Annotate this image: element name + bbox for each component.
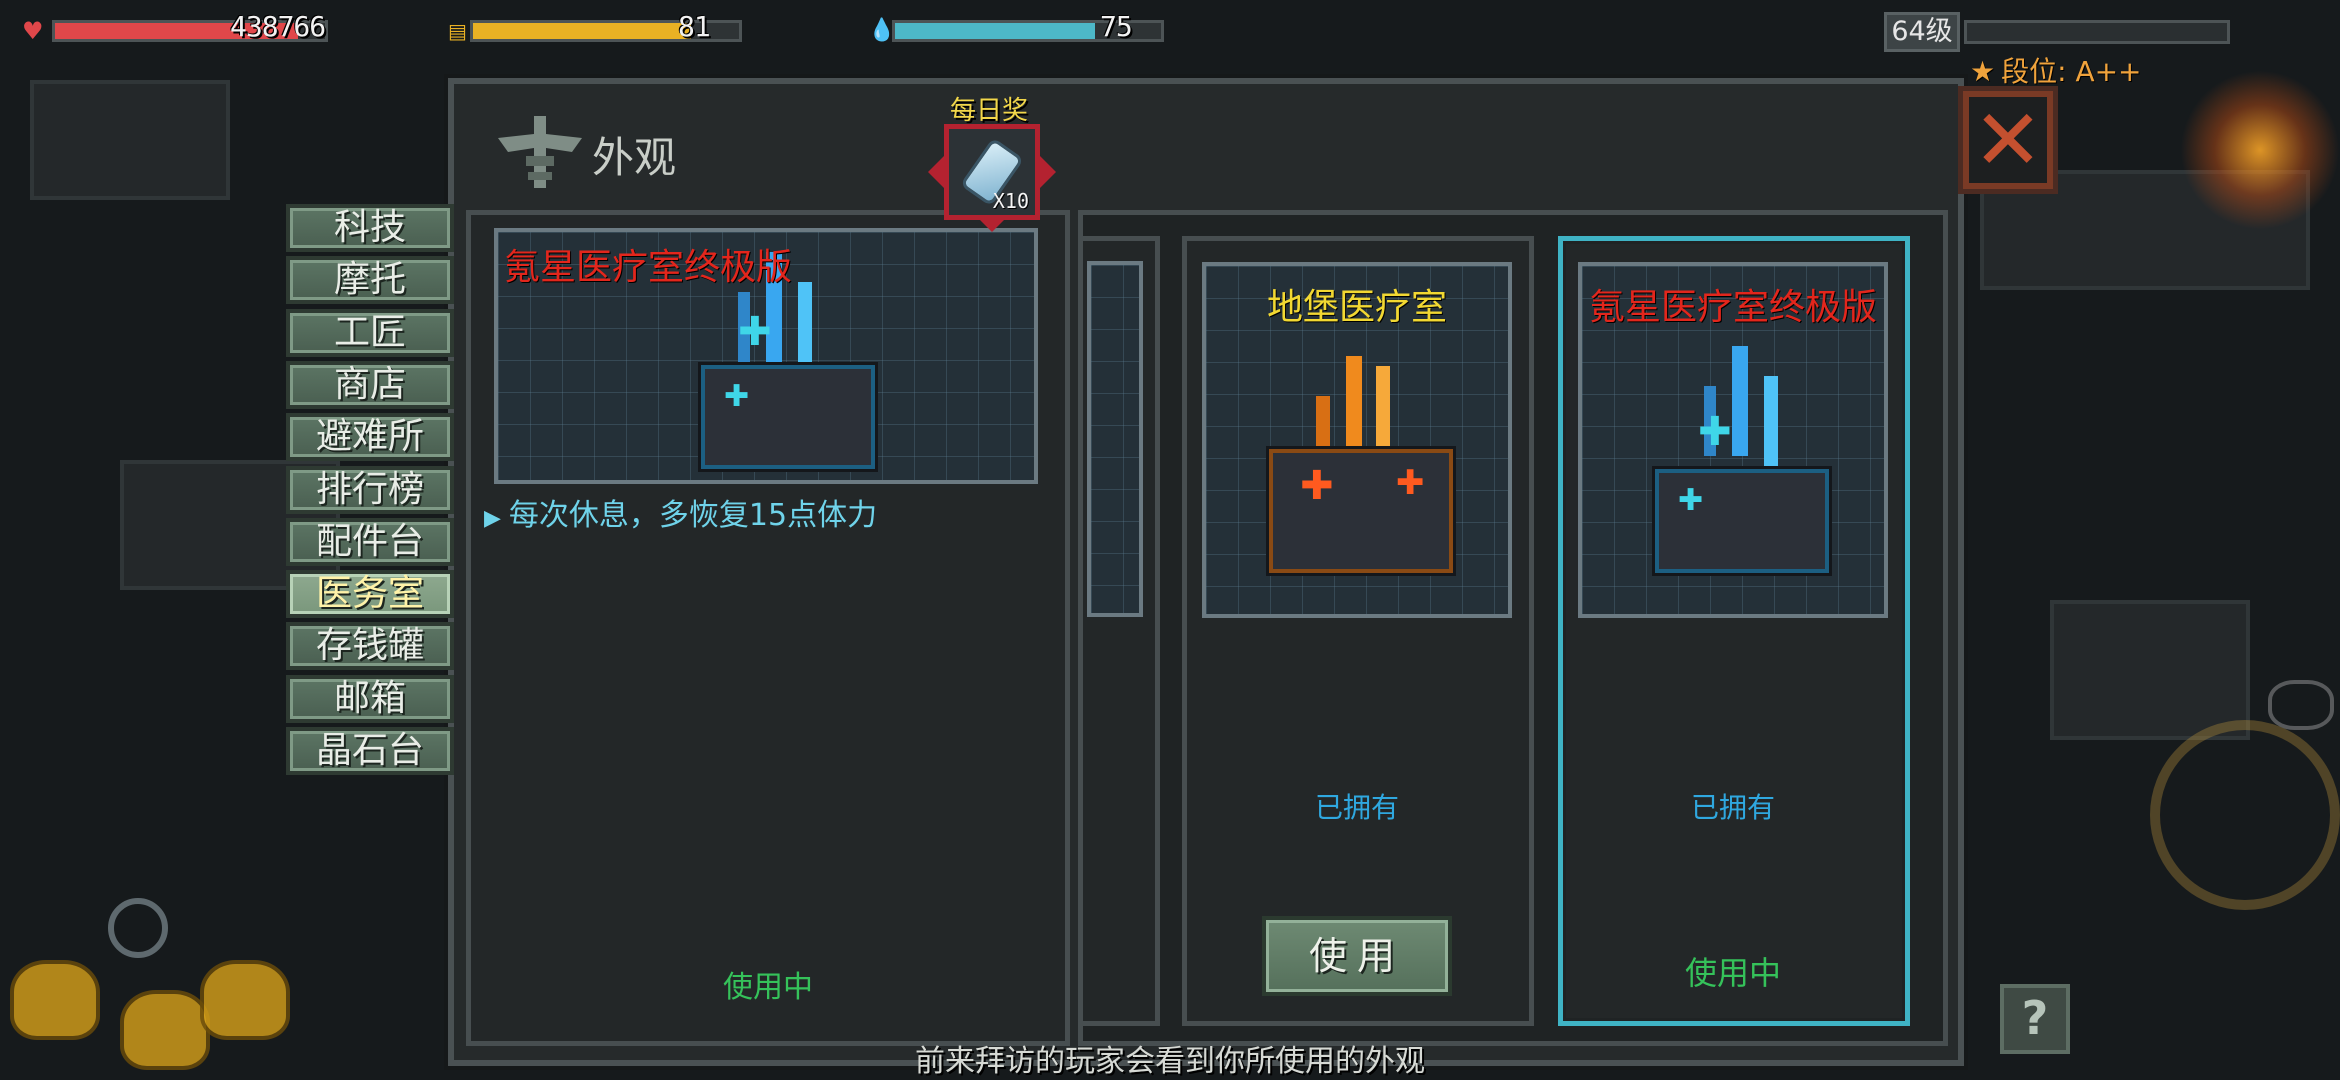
nav-item[interactable]: 排行榜 — [286, 466, 454, 514]
building-pillar — [1376, 366, 1390, 446]
water-bar-fill — [895, 23, 1095, 39]
skin-card-partial[interactable] — [1078, 236, 1160, 1026]
pet-character — [200, 960, 290, 1040]
pet-character — [10, 960, 100, 1040]
level-badge: 64级 — [1884, 12, 1960, 52]
bunker-medbay-building: ✚ ✚ — [1246, 356, 1466, 606]
rank-text: 段位: A++ — [2001, 55, 2142, 88]
medical-cross-icon: ✚ — [1396, 463, 1425, 503]
water-value: 75 — [1100, 10, 1133, 43]
panel-title: 外观 — [592, 133, 677, 182]
nav-item[interactable]: 摩托 — [286, 256, 454, 304]
rank-label: ★ 段位: A++ — [1970, 50, 2142, 90]
nav-item[interactable]: 配件台 — [286, 518, 454, 566]
daily-reward-pointer — [976, 216, 1008, 232]
background-tile — [2050, 600, 2250, 740]
nav-item[interactable]: 晶石台 — [286, 727, 454, 775]
search-icon[interactable] — [108, 898, 168, 958]
nav-item[interactable]: 邮箱 — [286, 675, 454, 723]
medical-cross-icon: ✚ — [1300, 463, 1334, 509]
use-button[interactable]: 使用 — [1262, 916, 1452, 996]
skin-status: 使用中 — [1684, 954, 1781, 992]
food-icon: ▤ — [448, 19, 467, 43]
building-pillar — [1346, 356, 1362, 446]
skin-name: 氪星医疗室终极版 — [1588, 287, 1877, 328]
building-pillar — [1732, 346, 1748, 456]
energy-value: 81 — [678, 10, 711, 43]
fire-effect — [2180, 70, 2340, 230]
medical-cross-icon: ✚ — [1678, 483, 1704, 518]
skin-name: 地堡医疗室 — [1266, 287, 1447, 328]
close-button[interactable]: ✕ — [1958, 86, 2058, 194]
detail-status: 使用中 — [723, 970, 813, 1005]
hp-value: 438766 — [230, 10, 326, 43]
close-icon: ✕ — [1972, 91, 2044, 189]
medical-cross-icon: ✚ — [724, 379, 750, 414]
question-icon: ? — [2021, 991, 2049, 1045]
medical-cross-icon: ✚ — [1698, 409, 1732, 455]
help-button[interactable]: ? — [2000, 984, 2070, 1054]
daily-reward-ornament — [1040, 156, 1056, 188]
nav-item[interactable]: 工匠 — [286, 309, 454, 357]
nav-item[interactable]: 存钱罐 — [286, 622, 454, 670]
joystick-ring[interactable] — [2150, 720, 2340, 910]
building-pillar — [798, 282, 812, 372]
nav-item[interactable]: 避难所 — [286, 413, 454, 461]
chat-bubble-icon[interactable] — [2268, 680, 2334, 730]
building-base — [1266, 446, 1456, 576]
detail-description-text: 每次休息，多恢复15点体力 — [508, 498, 878, 533]
footer-hint: 前来拜访的玩家会看到你所使用的外观 — [915, 1044, 1425, 1079]
caduceus-icon — [498, 116, 582, 188]
skin-owned-label: 已拥有 — [1314, 791, 1399, 824]
energy-bar-fill — [473, 23, 692, 39]
daily-reward-button[interactable]: X10 — [944, 124, 1040, 220]
background-tile — [30, 80, 230, 200]
nav-item[interactable]: 商店 — [286, 361, 454, 409]
nav-item[interactable]: 医务室 — [286, 570, 454, 618]
daily-reward-label: 每日奖 — [950, 96, 1029, 126]
building-pillar — [1764, 376, 1778, 466]
skin-owned-label: 已拥有 — [1690, 791, 1775, 824]
heart-icon: ♥ — [22, 17, 44, 45]
bullet-triangle-icon: ▶ — [484, 506, 501, 531]
reward-quantity: X10 — [992, 189, 1029, 213]
nav-item[interactable]: 科技 — [286, 204, 454, 252]
star-icon: ★ — [1970, 55, 1996, 88]
medical-cross-icon: ✚ — [738, 309, 772, 355]
skin-preview-image — [1087, 261, 1143, 617]
detail-description: ▶ 每次休息，多恢复15点体力 — [484, 490, 877, 534]
detail-title: 氪星医疗室终极版 — [504, 247, 793, 288]
exp-bar — [1964, 20, 2230, 44]
daily-reward-ornament — [928, 156, 944, 188]
krypton-medbay-building: ✚ ✚ — [1622, 346, 1842, 606]
